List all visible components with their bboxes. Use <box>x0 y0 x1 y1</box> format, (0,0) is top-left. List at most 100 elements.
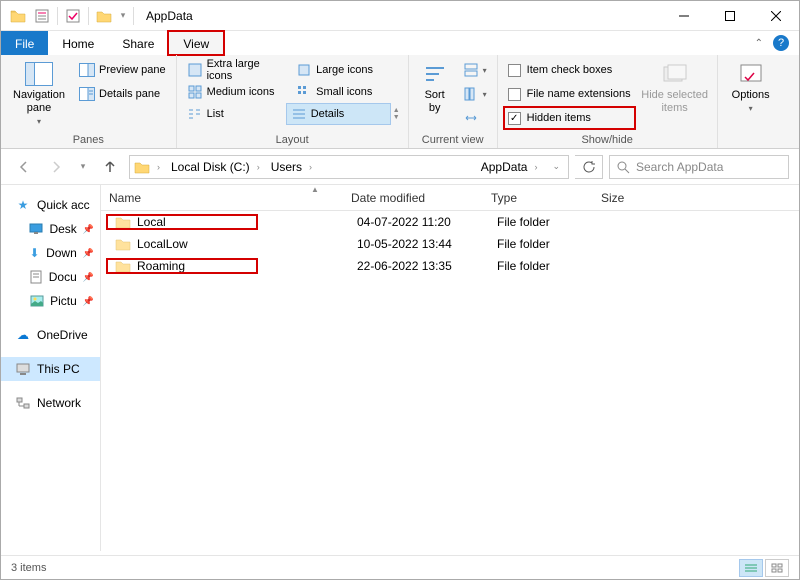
refresh-button[interactable] <box>575 155 603 179</box>
layout-scroll-down-icon[interactable]: ▼ <box>393 114 400 121</box>
layout-large[interactable]: Large icons <box>292 59 402 81</box>
group-panes-label: Panes <box>7 132 170 146</box>
table-row[interactable]: Roaming 22-06-2022 13:35 File folder <box>101 255 799 277</box>
group-layout-label: Layout <box>183 132 402 146</box>
search-icon <box>616 160 630 174</box>
navigation-pane-label: Navigation pane <box>13 89 65 115</box>
size-columns-button[interactable] <box>459 107 491 129</box>
checkbox-icon[interactable] <box>62 5 84 27</box>
details-icon <box>291 106 307 122</box>
details-pane-button[interactable]: Details pane <box>75 83 170 105</box>
tab-home[interactable]: Home <box>48 31 108 55</box>
window-title: AppData <box>146 9 193 23</box>
checkbox-icon <box>508 88 521 101</box>
layout-details[interactable]: Details <box>286 103 391 125</box>
add-columns-icon <box>463 86 479 102</box>
layout-small[interactable]: Small icons <box>292 81 402 103</box>
cloud-icon: ☁ <box>15 327 31 343</box>
nav-desktop[interactable]: Desk📌 <box>1 217 100 241</box>
group-show-hide-label: Show/hide <box>504 132 711 146</box>
tab-share[interactable]: Share <box>108 31 168 55</box>
group-by-button[interactable]: ▾ <box>459 59 491 81</box>
documents-icon <box>29 269 43 285</box>
main-area: ★Quick acc Desk📌 ⬇Down📌 Docu📌 Pictu📌 ☁On… <box>1 185 799 551</box>
sort-icon <box>419 61 451 87</box>
properties-icon[interactable] <box>31 5 53 27</box>
sort-by-button[interactable]: Sort by <box>415 59 455 117</box>
breadcrumb-segment[interactable]: Users› <box>267 156 319 178</box>
group-panes: Navigation pane ▾ Preview pane Details p… <box>1 55 177 148</box>
back-button[interactable] <box>11 154 37 180</box>
window-controls <box>661 1 799 31</box>
desktop-icon <box>29 221 43 237</box>
folder-icon <box>115 237 131 251</box>
maximize-button[interactable] <box>707 1 753 31</box>
breadcrumb-segment[interactable]: AppData› <box>477 156 545 178</box>
group-current-view: Sort by ▾ ▾ Current view <box>409 55 498 148</box>
folder-icon <box>115 259 131 273</box>
column-size[interactable]: Size <box>601 191 661 205</box>
pictures-icon <box>29 293 44 309</box>
nav-this-pc[interactable]: This PC <box>1 357 100 381</box>
pc-icon <box>15 361 31 377</box>
nav-network[interactable]: Network <box>1 391 100 415</box>
options-icon <box>735 61 767 87</box>
minimize-button[interactable] <box>661 1 707 31</box>
hide-selected-button[interactable]: Hide selected items <box>639 59 711 117</box>
help-icon[interactable]: ? <box>773 35 789 51</box>
size-columns-icon <box>463 110 479 126</box>
table-row[interactable]: Local 04-07-2022 11:20 File folder <box>101 211 799 233</box>
tab-view[interactable]: View <box>168 31 224 55</box>
sm-icons-icon <box>296 84 312 100</box>
nav-documents[interactable]: Docu📌 <box>1 265 100 289</box>
md-icons-icon <box>187 84 203 100</box>
options-button[interactable]: Options ▾ <box>724 59 778 116</box>
breadcrumb-segment[interactable]: Local Disk (C:)› <box>167 156 267 178</box>
hide-selected-icon <box>659 61 691 87</box>
breadcrumb[interactable]: › Local Disk (C:)› Users› AppData› ⌄ <box>129 155 569 179</box>
nav-pictures[interactable]: Pictu📌 <box>1 289 100 313</box>
column-headers: ▲ Name Date modified Type Size <box>101 185 799 211</box>
breadcrumb-dropdown-icon[interactable]: ⌄ <box>544 156 568 178</box>
details-view-button[interactable] <box>739 559 763 577</box>
forward-button[interactable] <box>43 154 69 180</box>
lg-icons-icon <box>296 62 312 78</box>
layout-extra-large[interactable]: Extra large icons <box>183 59 293 81</box>
checkbox-icon <box>508 64 521 77</box>
column-type[interactable]: Type <box>491 191 601 205</box>
thumbnails-view-button[interactable] <box>765 559 789 577</box>
column-date[interactable]: Date modified <box>351 191 491 205</box>
file-extensions-toggle[interactable]: File name extensions <box>504 83 635 105</box>
nav-onedrive[interactable]: ☁OneDrive <box>1 323 100 347</box>
close-button[interactable] <box>753 1 799 31</box>
tab-file[interactable]: File <box>1 31 48 55</box>
preview-pane-button[interactable]: Preview pane <box>75 59 170 81</box>
group-current-view-label: Current view <box>415 132 491 146</box>
nav-quick-access[interactable]: ★Quick acc <box>1 193 100 217</box>
group-layout: Extra large icons Large icons Medium ico… <box>177 55 409 148</box>
downloads-icon: ⬇ <box>29 245 40 261</box>
options-label: Options <box>732 89 770 102</box>
qat-folder-icon <box>93 5 115 27</box>
nav-downloads[interactable]: ⬇Down📌 <box>1 241 100 265</box>
up-button[interactable] <box>97 154 123 180</box>
search-input[interactable]: Search AppData <box>609 155 789 179</box>
hide-selected-label: Hide selected items <box>641 89 708 115</box>
table-row[interactable]: LocalLow 10-05-2022 13:44 File folder <box>101 233 799 255</box>
folder-icon <box>115 215 131 229</box>
collapse-ribbon-icon[interactable]: ⌃ <box>755 38 763 49</box>
layout-scroll-up-icon[interactable]: ▲ <box>393 107 400 114</box>
address-bar: ▾ › Local Disk (C:)› Users› AppData› ⌄ S… <box>1 149 799 185</box>
layout-list[interactable]: List <box>183 103 286 125</box>
navigation-pane[interactable]: ★Quick acc Desk📌 ⬇Down📌 Docu📌 Pictu📌 ☁On… <box>1 185 101 551</box>
qat-dropdown-icon[interactable]: ▾ <box>117 5 129 27</box>
add-columns-button[interactable]: ▾ <box>459 83 491 105</box>
item-count: 3 items <box>11 562 46 574</box>
file-list: ▲ Name Date modified Type Size Local 04-… <box>101 185 799 551</box>
details-pane-label: Details pane <box>99 88 160 100</box>
layout-medium[interactable]: Medium icons <box>183 81 293 103</box>
navigation-pane-button[interactable]: Navigation pane ▾ <box>7 59 71 129</box>
item-checkboxes-toggle[interactable]: Item check boxes <box>504 59 635 81</box>
hidden-items-toggle[interactable]: ✓Hidden items <box>504 107 635 129</box>
recent-locations-button[interactable]: ▾ <box>75 154 91 180</box>
